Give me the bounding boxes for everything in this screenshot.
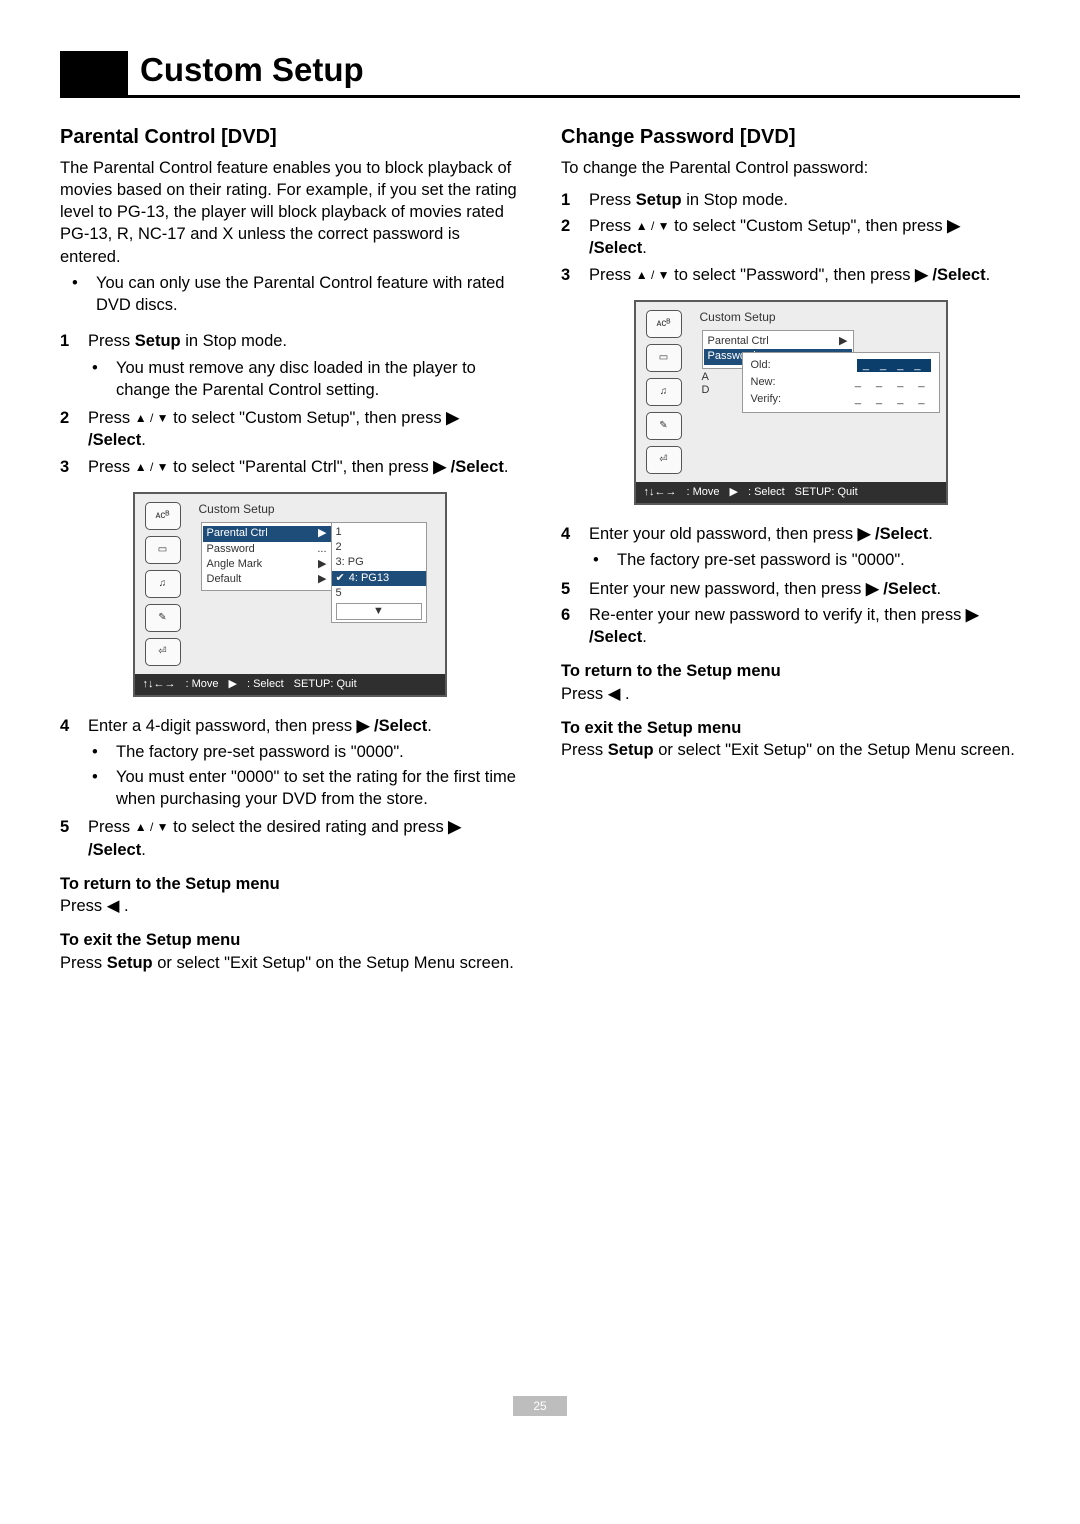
r-step-6: Re-enter your new password to verify it,… [589,604,1020,649]
osd-title: Custom Setup [195,500,439,522]
page-title: Custom Setup [128,48,364,95]
nav-arrows-icon: ↑↓←→ [644,486,677,499]
left-top-bullet: You can only use the Parental Control fe… [72,272,519,317]
play-icon: ▶ [229,678,237,691]
step-number: 3 [561,264,579,286]
osd-icon-custom: ✎ [646,412,682,440]
osd-icon-picture: ▭ [646,344,682,372]
manual-page: Custom Setup Parental Control [DVD] The … [0,0,1080,1496]
osd-title: Custom Setup [696,308,940,330]
exit-head-right: To exit the Setup menu [561,717,1020,739]
left-arrow-icon: ◀ [107,897,120,915]
left-column: Parental Control [DVD] The Parental Cont… [60,124,519,974]
scroll-down-icon: ▼ [336,603,422,620]
right-intro: To change the Parental Control password: [561,157,1020,179]
osd-change-password: ᴀᴄᴮ ▭ ♫ ✎ ⏎ Custom Setup Parental Ctrl▶ … [634,300,948,505]
r-step-5: Enter your new password, then press ▶ /S… [589,578,941,600]
up-down-icon: ▲ / ▼ [636,219,670,233]
osd-footer: ↑↓←→: Move ▶: Select SETUP: Quit [135,674,445,695]
r-step-4: Enter your old password, then press ▶ /S… [589,523,933,574]
return-body-left: Press ◀ . [60,895,519,917]
up-down-icon: ▲ / ▼ [135,460,169,474]
step-number: 4 [60,715,78,812]
osd-icon-custom: ✎ [145,604,181,632]
step-number: 5 [561,578,579,600]
step-number: 2 [60,407,78,452]
verify-password-field: _ _ _ _ [855,393,931,406]
osd-rating-submenu: 1 2 3: PG ✔4: PG13 5 ▼ [331,522,427,623]
step-number: 1 [60,330,78,403]
nav-arrows-icon: ↑↓←→ [143,678,176,691]
up-down-icon: ▲ / ▼ [636,268,670,282]
step-4-sub1: The factory pre-set password is "0000". [92,741,519,763]
r-step-3: Press ▲ / ▼ to select "Password", then p… [589,264,990,286]
content-columns: Parental Control [DVD] The Parental Cont… [60,124,1020,974]
play-icon: ▶ [730,486,738,499]
step-1: Press Setup in Stop mode. You must remov… [88,330,519,403]
exit-head-left: To exit the Setup menu [60,929,519,951]
step-number: 3 [60,456,78,478]
return-body-right: Press ◀ . [561,683,1020,705]
section-title-bar: Custom Setup [60,48,1020,98]
osd-sidebar-icons: ᴀᴄᴮ ▭ ♫ ✎ ⏎ [636,302,692,482]
up-down-icon: ▲ / ▼ [135,411,169,425]
osd-menu-list: Parental Ctrl▶ Password... Angle Mark▶ D… [201,522,333,591]
osd-icon-language: ᴀᴄᴮ [145,502,181,530]
title-black-block [60,51,128,95]
exit-body-right: Press Setup or select "Exit Setup" on th… [561,739,1020,761]
right-heading: Change Password [DVD] [561,124,1020,151]
left-arrow-icon: ◀ [608,685,621,703]
step-number: 2 [561,215,579,260]
up-down-icon: ▲ / ▼ [135,820,169,834]
osd-icon-exit: ⏎ [646,446,682,474]
step-number: 4 [561,523,579,574]
right-column: Change Password [DVD] To change the Pare… [561,124,1020,974]
osd-parental-control: ᴀᴄᴮ ▭ ♫ ✎ ⏎ Custom Setup Parental Ctrl▶ … [133,492,447,697]
check-icon: ✔ [336,572,345,585]
r-step-2: Press ▲ / ▼ to select "Custom Setup", th… [589,215,1020,260]
osd-sidebar-icons: ᴀᴄᴮ ▭ ♫ ✎ ⏎ [135,494,191,674]
page-number: 25 [60,1394,1020,1416]
osd-icon-audio: ♫ [145,570,181,598]
osd-icon-picture: ▭ [145,536,181,564]
step-number: 5 [60,816,78,861]
new-password-field: _ _ _ _ [855,376,931,389]
step-2: Press ▲ / ▼ to select "Custom Setup", th… [88,407,519,452]
osd-password-popup: Old:_ _ _ _ New:_ _ _ _ Verify:_ _ _ _ [742,352,940,414]
left-heading: Parental Control [DVD] [60,124,519,151]
return-head-left: To return to the Setup menu [60,873,519,895]
osd-footer: ↑↓←→: Move ▶: Select SETUP: Quit [636,482,946,503]
step-number: 1 [561,189,579,211]
step-5: Press ▲ / ▼ to select the desired rating… [88,816,519,861]
r-step-1: Press Setup in Stop mode. [589,189,788,211]
osd-icon-exit: ⏎ [145,638,181,666]
step-4: Enter a 4-digit password, then press ▶ /… [88,715,519,812]
step-4-sub2: You must enter "0000" to set the rating … [92,766,519,811]
left-intro: The Parental Control feature enables you… [60,157,519,268]
return-head-right: To return to the Setup menu [561,660,1020,682]
old-password-field: _ _ _ _ [857,359,931,372]
exit-body-left: Press Setup or select "Exit Setup" on th… [60,952,519,974]
step-number: 6 [561,604,579,649]
step-1-sub: You must remove any disc loaded in the p… [92,357,519,402]
osd-icon-audio: ♫ [646,378,682,406]
r-step-4-sub: The factory pre-set password is "0000". [593,549,933,571]
step-3: Press ▲ / ▼ to select "Parental Ctrl", t… [88,456,508,478]
osd-icon-language: ᴀᴄᴮ [646,310,682,338]
